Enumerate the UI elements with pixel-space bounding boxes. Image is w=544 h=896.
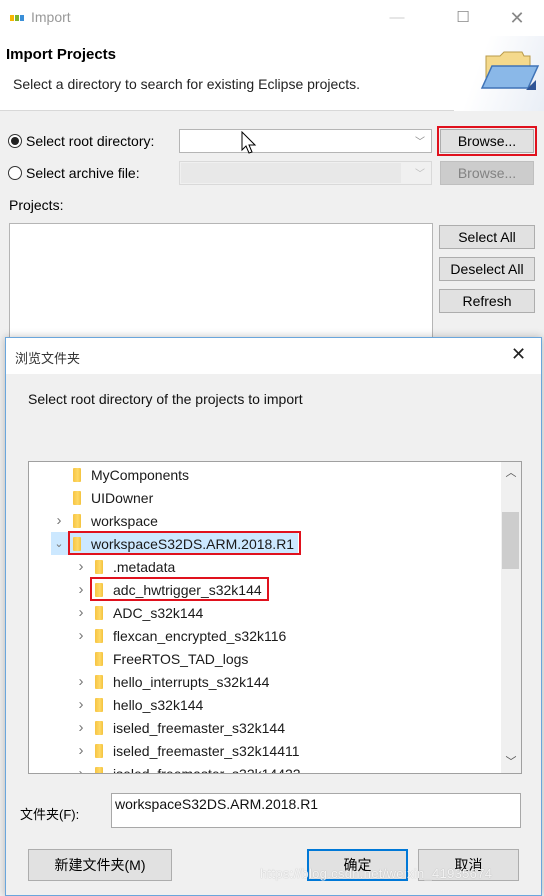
- vertical-scrollbar[interactable]: ︿ ﹀: [501, 462, 521, 773]
- tree-item-label: ADC_s32k144: [113, 604, 204, 621]
- tree-item[interactable]: FreeRTOS_TAD_logs: [73, 647, 252, 670]
- tree-item-label: .metadata: [113, 558, 176, 575]
- page-title: Import Projects: [6, 46, 117, 63]
- folder-icon: [95, 743, 103, 758]
- maximize-button[interactable]: ☐: [446, 6, 480, 30]
- chevron-right-icon[interactable]: ›: [73, 581, 89, 598]
- scroll-thumb[interactable]: [502, 512, 519, 569]
- tree-item[interactable]: › iseled_freemaster_s32k14422: [73, 762, 305, 774]
- close-button[interactable]: ✕: [500, 6, 534, 30]
- folder-icon: [73, 536, 81, 551]
- mouse-cursor-icon: [241, 131, 257, 154]
- folder-tree[interactable]: › iseled_freemaster_s32k14422 › iseled_free…: [28, 461, 522, 774]
- dialog-title-bar: 浏览文件夹 ✕: [6, 338, 541, 374]
- tree-item[interactable]: ⌄ workspaceS32DS.ARM.2018.R1: [51, 532, 299, 555]
- tree-item-label: MyComponents: [91, 466, 190, 483]
- folder-icon: [95, 559, 103, 574]
- tree-item[interactable]: › flexcan_encrypted_s32k116: [73, 624, 290, 647]
- tree-item-label: iseled_freemaster_s32k14411: [113, 742, 300, 759]
- root-directory-combo[interactable]: ﹀: [179, 129, 432, 153]
- folder-icon: [95, 605, 103, 620]
- deselect-all-button[interactable]: Deselect All: [439, 257, 535, 281]
- chevron-right-icon[interactable]: ›: [73, 696, 89, 713]
- nxp-logo-icon: [10, 15, 24, 21]
- radio-label: Select archive file:: [26, 165, 140, 181]
- browse-archive-button: Browse...: [440, 161, 534, 185]
- folder-icon: [95, 651, 103, 666]
- folder-input[interactable]: workspaceS32DS.ARM.2018.R1: [111, 793, 521, 828]
- tree-item[interactable]: › workspace: [51, 509, 162, 532]
- dialog-prompt: Select root directory of the projects to…: [28, 391, 303, 407]
- radio-select-archive-file[interactable]: Select archive file:: [8, 161, 140, 185]
- folder-icon: [95, 674, 103, 689]
- minimize-button[interactable]: —: [380, 6, 414, 30]
- folder-icon: [95, 628, 103, 643]
- select-all-button[interactable]: Select All: [439, 225, 535, 249]
- tree-item-label: hello_interrupts_s32k144: [113, 673, 270, 690]
- scroll-up-icon[interactable]: ︿: [501, 464, 521, 482]
- chevron-right-icon[interactable]: ›: [73, 765, 89, 773]
- archive-input-area: [181, 163, 401, 183]
- folder-icon: [73, 513, 81, 528]
- wizard-header: Import Projects Select a directory to se…: [0, 36, 544, 111]
- tree-item[interactable]: UIDowner: [51, 486, 157, 509]
- new-folder-button[interactable]: 新建文件夹(M): [28, 849, 172, 881]
- chevron-right-icon[interactable]: ›: [73, 558, 89, 575]
- chevron-right-icon[interactable]: ›: [73, 719, 89, 736]
- tree-item[interactable]: › adc_hwtrigger_s32k144: [73, 578, 266, 601]
- tree-item-label: iseled_freemaster_s32k144: [113, 719, 285, 736]
- scroll-down-icon[interactable]: ﹀: [501, 753, 521, 771]
- dialog-title: 浏览文件夹: [15, 351, 81, 366]
- tree-item-label: hello_s32k144: [113, 696, 204, 713]
- tree-item-label: flexcan_encrypted_s32k116: [113, 627, 287, 644]
- tree-item[interactable]: › iseled_freemaster_s32k14411: [73, 739, 304, 762]
- folder-icon: [73, 467, 81, 482]
- chevron-right-icon[interactable]: ›: [73, 604, 89, 621]
- tree-item-label: workspace: [91, 512, 158, 529]
- radio-select-root-directory[interactable]: Select root directory:: [8, 129, 154, 153]
- folder-icon: [73, 490, 81, 505]
- archive-file-combo: ﹀: [179, 161, 432, 185]
- tree-item-label: FreeRTOS_TAD_logs: [113, 650, 249, 667]
- title-bar: Import — ☐ ✕: [0, 0, 544, 36]
- chevron-down-icon[interactable]: ﹀: [415, 133, 425, 148]
- open-folder-icon: [480, 51, 540, 90]
- chevron-right-icon[interactable]: ›: [73, 673, 89, 690]
- chevron-right-icon[interactable]: ›: [73, 627, 89, 644]
- radio-button[interactable]: [8, 166, 22, 180]
- tree-item[interactable]: › iseled_freemaster_s32k144: [73, 716, 289, 739]
- page-description: Select a directory to search for existin…: [13, 76, 361, 92]
- tree-item-label: UIDowner: [91, 489, 154, 506]
- tree-item-label: adc_hwtrigger_s32k144: [113, 581, 262, 598]
- watermark-text: https://blog.csdn.net/weixin_41935674: [260, 866, 493, 881]
- tree-item[interactable]: › .metadata: [73, 555, 179, 578]
- browse-folder-dialog: 浏览文件夹 ✕ Select root directory of the pro…: [5, 337, 542, 896]
- tree-item[interactable]: MyComponents: [51, 463, 193, 486]
- chevron-down-icon: ﹀: [415, 169, 425, 180]
- tree-item[interactable]: › hello_s32k144: [73, 693, 207, 716]
- tree-item-label: iseled_freemaster_s32k14422: [113, 765, 301, 774]
- folder-icon: [95, 582, 103, 597]
- radio-button[interactable]: [8, 134, 22, 148]
- folder-label: 文件夹(F):: [20, 807, 80, 822]
- folder-icon: [95, 720, 103, 735]
- radio-label: Select root directory:: [26, 133, 155, 149]
- tree-item[interactable]: › ADC_s32k144: [73, 601, 207, 624]
- chevron-down-icon[interactable]: ⌄: [51, 537, 67, 550]
- refresh-button[interactable]: Refresh: [439, 289, 535, 313]
- folder-icon: [95, 766, 103, 773]
- projects-label: Projects:: [9, 197, 64, 213]
- tree-item[interactable]: › hello_interrupts_s32k144: [73, 670, 273, 693]
- tree-item-label: workspaceS32DS.ARM.2018.R1: [91, 535, 295, 552]
- dialog-close-button[interactable]: ✕: [511, 344, 526, 365]
- window-title: Import: [31, 9, 71, 25]
- chevron-right-icon[interactable]: ›: [51, 512, 67, 529]
- folder-icon: [95, 697, 103, 712]
- chevron-right-icon[interactable]: ›: [73, 742, 89, 759]
- browse-root-button[interactable]: Browse...: [437, 126, 537, 156]
